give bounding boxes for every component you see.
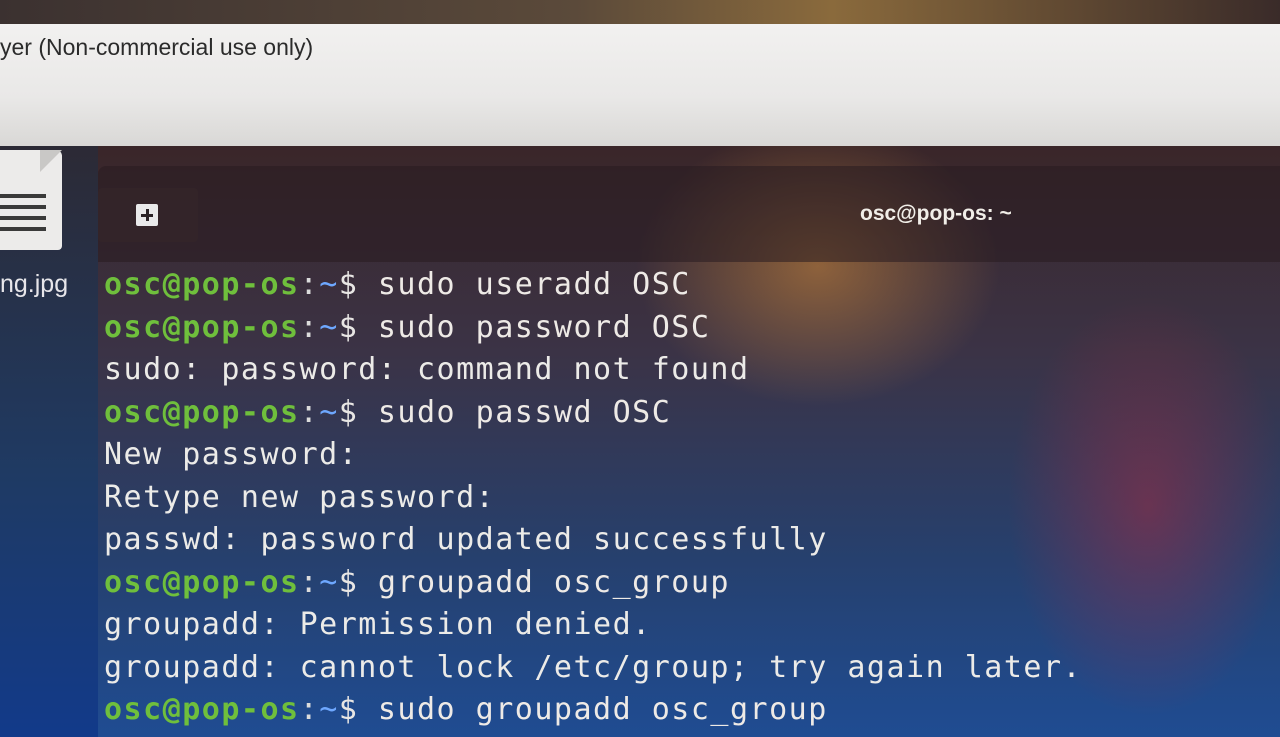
terminal-output-line: groupadd: cannot lock /etc/group; try ag… xyxy=(104,647,1274,690)
terminal-headerbar: osc@pop-os: ~ xyxy=(98,166,1280,262)
command-text: sudo password OSC xyxy=(377,309,711,345)
output-text: Retype new password: xyxy=(104,479,496,515)
output-text: sudo: password: command not found xyxy=(104,352,750,387)
terminal-command-line: osc@pop-os:~$ groupadd osc_group xyxy=(104,562,1274,605)
file-fold-corner xyxy=(40,150,62,172)
prompt-dollar: $ xyxy=(338,692,378,727)
terminal-command-line: osc@pop-os:~$ sudo passwd OSC xyxy=(104,392,1274,435)
terminal-window-title: osc@pop-os: ~ xyxy=(860,202,1012,225)
prompt-path: ~ xyxy=(319,394,339,430)
command-text: sudo groupadd osc_group xyxy=(377,692,828,727)
prompt-user-host: osc@pop-os xyxy=(104,267,300,302)
terminal-output-line: passwd: password updated successfully xyxy=(104,519,1274,562)
prompt-colon: : xyxy=(299,267,320,302)
terminal-command-line: osc@pop-os:~$ sudo useradd OSC xyxy=(104,264,1274,307)
output-text: groupadd: cannot lock /etc/group; try ag… xyxy=(104,649,1083,685)
file-text-lines xyxy=(0,194,46,238)
prompt-colon: : xyxy=(299,692,320,727)
prompt-dollar: $ xyxy=(338,564,378,600)
terminal-window[interactable]: osc@pop-os: ~ osc@pop-os:~$ sudo useradd… xyxy=(98,146,1280,737)
output-text: groupadd: Permission denied. xyxy=(104,607,652,642)
prompt-dollar: $ xyxy=(338,267,378,302)
prompt-path: ~ xyxy=(319,692,339,727)
output-text: passwd: password updated successfully xyxy=(104,522,828,557)
background-window-title: yer (Non-commercial use only) xyxy=(0,34,314,60)
terminal-output[interactable]: osc@pop-os:~$ sudo useradd OSC osc@pop-os… xyxy=(104,264,1274,732)
prompt-dollar: $ xyxy=(338,309,378,345)
document-file-icon[interactable] xyxy=(0,150,62,250)
prompt-user-host: osc@pop-os xyxy=(104,692,300,727)
command-text: sudo passwd OSC xyxy=(377,394,672,430)
new-tab-icon xyxy=(136,204,158,226)
prompt-colon: : xyxy=(299,309,320,345)
terminal-output-line: sudo: password: command not found xyxy=(104,349,1274,392)
prompt-path: ~ xyxy=(319,309,339,345)
command-text: groupadd osc_group xyxy=(377,564,730,600)
prompt-user-host: osc@pop-os xyxy=(104,564,300,600)
output-text: New password: xyxy=(104,437,359,472)
terminal-command-line: osc@pop-os:~$ sudo password OSC xyxy=(104,307,1274,350)
prompt-dollar: $ xyxy=(338,394,378,430)
terminal-command-line: osc@pop-os:~$ sudo groupadd osc_group xyxy=(104,689,1274,732)
prompt-user-host: osc@pop-os xyxy=(104,309,300,345)
prompt-user-host: osc@pop-os xyxy=(104,394,300,430)
prompt-colon: : xyxy=(299,564,320,600)
command-text: sudo useradd OSC xyxy=(377,267,691,302)
monitor-bezel xyxy=(0,0,1280,24)
terminal-output-line: groupadd: Permission denied. xyxy=(104,604,1274,647)
screen: yer (Non-commercial use only) ng.jpg osc… xyxy=(0,0,1280,737)
terminal-output-line: Retype new password: xyxy=(104,477,1274,520)
desktop-file-name[interactable]: ng.jpg xyxy=(0,270,68,299)
prompt-path: ~ xyxy=(319,267,339,302)
new-tab-button[interactable] xyxy=(98,188,198,242)
prompt-colon: : xyxy=(299,394,320,430)
prompt-path: ~ xyxy=(319,564,339,600)
terminal-output-line: New password: xyxy=(104,434,1274,477)
desktop-area: ng.jpg xyxy=(0,146,98,737)
background-image-viewer-window[interactable]: yer (Non-commercial use only) xyxy=(0,24,1280,147)
